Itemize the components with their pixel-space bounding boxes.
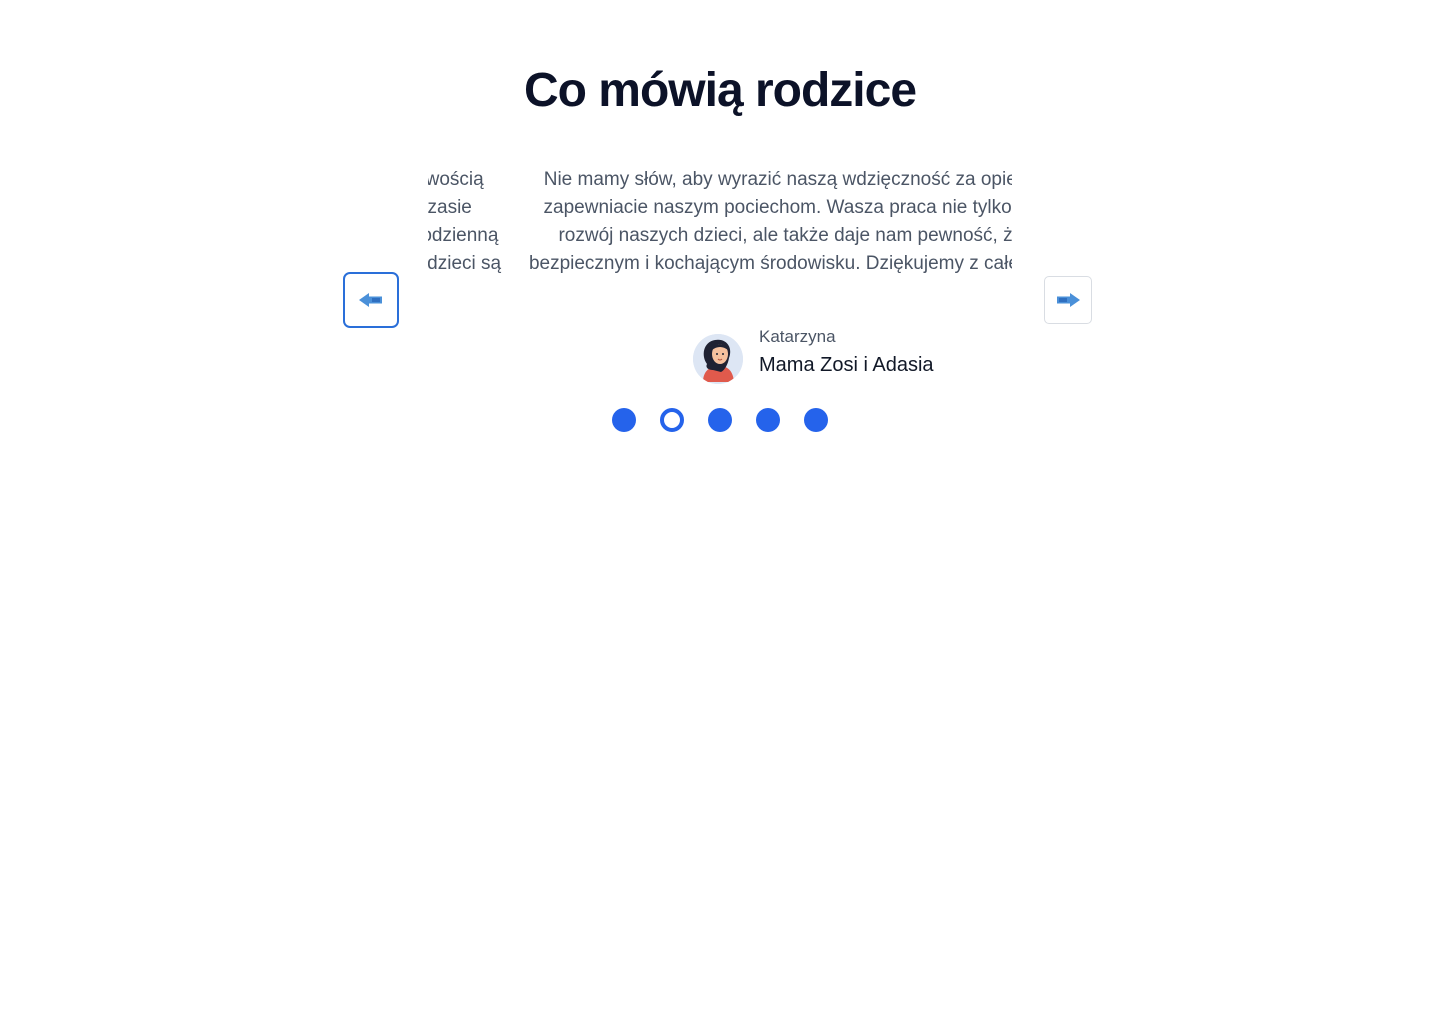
carousel-dot[interactable] [660, 408, 684, 432]
carousel-pagination [612, 408, 828, 432]
testimonial-author: Katarzyna Mama Zosi i Adasia [693, 327, 934, 385]
testimonial-carousel: Jesteśmy zachwyceni zaangażowaniem i cie… [428, 166, 1012, 316]
arrow-right-icon [1057, 293, 1080, 307]
testimonial-text-previous: Jesteśmy zachwyceni zaangażowaniem i cie… [428, 169, 502, 274]
next-testimonial-button[interactable] [1044, 276, 1092, 324]
woman-avatar-icon [693, 334, 743, 384]
testimonial-text: Nie mamy słów, aby wyrazić naszą wdzięcz… [528, 169, 1012, 274]
author-role: Mama Zosi i Adasia [759, 354, 934, 376]
previous-testimonial-button[interactable] [343, 272, 399, 328]
section-title: Co mówią rodzice [523, 64, 917, 117]
carousel-dot[interactable] [612, 408, 636, 432]
author-name: Katarzyna [759, 327, 836, 346]
arrow-left-icon [359, 293, 382, 307]
carousel-dot[interactable] [756, 408, 780, 432]
carousel-dot[interactable] [804, 408, 828, 432]
carousel-dot[interactable] [708, 408, 732, 432]
